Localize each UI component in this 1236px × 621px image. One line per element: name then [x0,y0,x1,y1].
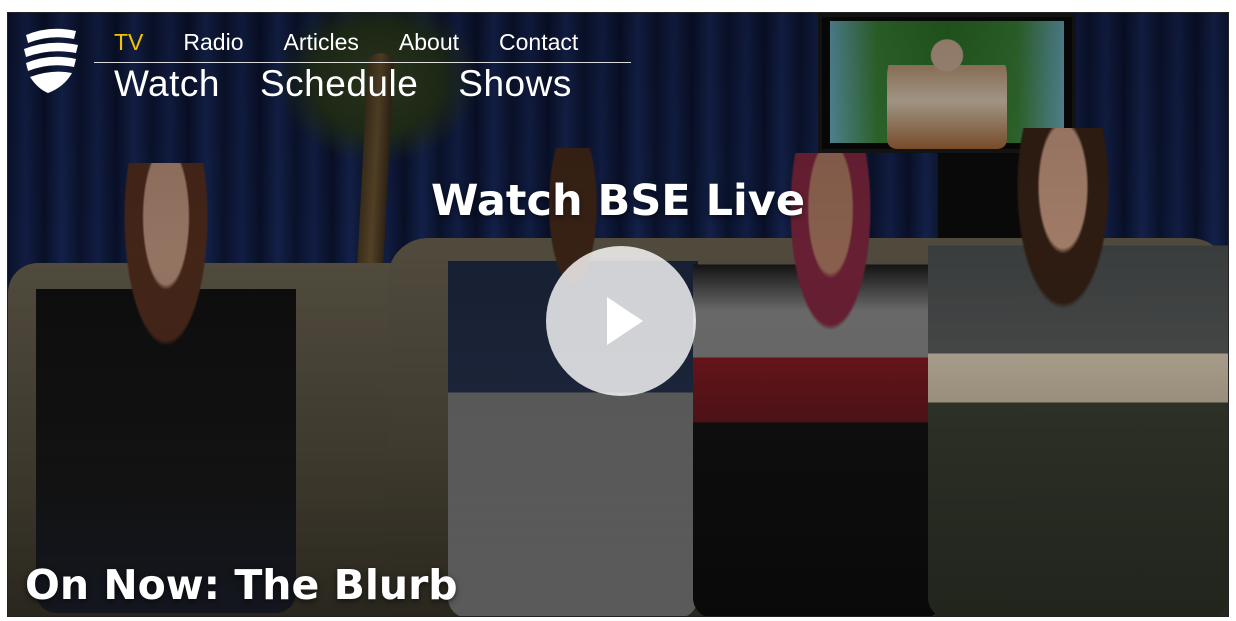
on-now-label: On Now: The Blurb [25,561,458,609]
nav-item-radio[interactable]: Radio [183,29,243,56]
primary-nav: TV Radio Articles About Contact [94,23,631,63]
nav-item-contact[interactable]: Contact [499,29,578,56]
secondary-nav: Watch Schedule Shows [114,63,612,105]
subnav-item-shows[interactable]: Shows [458,63,572,105]
bse-logo-icon[interactable] [20,23,82,97]
nav-item-about[interactable]: About [399,29,459,56]
play-icon [607,297,643,345]
live-video-player[interactable]: TV Radio Articles About Contact Watch Sc… [7,12,1229,617]
subnav-item-watch[interactable]: Watch [114,63,220,105]
nav-item-articles[interactable]: Articles [284,29,359,56]
nav-item-tv[interactable]: TV [114,29,143,56]
subnav-item-schedule[interactable]: Schedule [260,63,418,105]
play-button[interactable] [546,246,696,396]
hero-title: Watch BSE Live [431,176,805,226]
